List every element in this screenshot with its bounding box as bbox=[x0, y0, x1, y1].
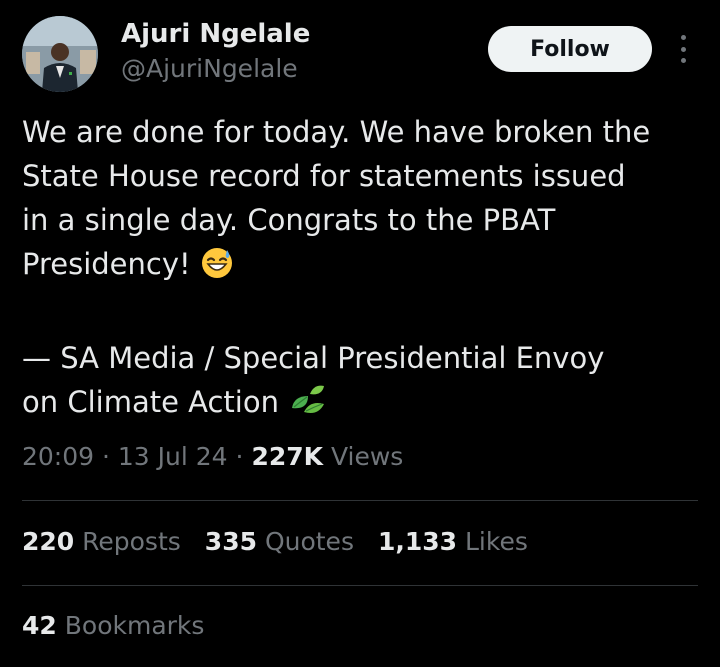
bookmarks-label: Bookmarks bbox=[64, 611, 205, 640]
follow-button[interactable]: Follow bbox=[488, 26, 652, 72]
tweet-time[interactable]: 20:09 bbox=[22, 442, 94, 471]
meta-separator: · bbox=[102, 442, 110, 471]
reposts-count: 220 bbox=[22, 527, 75, 556]
reposts-stat[interactable]: 220 Reposts bbox=[22, 527, 181, 556]
tweet-date[interactable]: 13 Jul 24 bbox=[118, 442, 228, 471]
quotes-stat[interactable]: 335 Quotes bbox=[205, 527, 354, 556]
bookmarks-count: 42 bbox=[22, 611, 57, 640]
leaves-emoji-icon bbox=[288, 382, 328, 430]
signature-line-text: on Climate Action bbox=[22, 385, 279, 419]
tweet-line-text: Presidency! bbox=[22, 247, 191, 281]
author-display-name[interactable]: Ajuri Ngelale bbox=[121, 19, 310, 49]
avatar[interactable] bbox=[22, 16, 98, 92]
signature-line: — SA Media / Special Presidential Envoy bbox=[22, 341, 605, 375]
tweet-line: in a single day. Congrats to the PBAT bbox=[22, 203, 556, 237]
views-count: 227K bbox=[251, 442, 324, 471]
tweet-detail: Ajuri Ngelale @AjuriNgelale Follow We ar… bbox=[0, 0, 720, 667]
meta-separator: · bbox=[235, 442, 244, 471]
likes-count: 1,133 bbox=[377, 527, 458, 556]
author-handle[interactable]: @AjuriNgelale bbox=[121, 54, 298, 83]
engagement-stats: 220 Reposts 335 Quotes 1,133 Likes bbox=[22, 527, 552, 556]
divider bbox=[22, 585, 698, 586]
reposts-label: Reposts bbox=[82, 527, 181, 556]
grinning-sweat-emoji-icon bbox=[200, 246, 234, 292]
tweet-text: We are done for today. We have broken th… bbox=[22, 110, 702, 430]
divider bbox=[22, 500, 698, 501]
tweet-meta: 20:09 · 13 Jul 24 · 227K Views bbox=[22, 442, 403, 471]
avatar-photo bbox=[22, 16, 98, 92]
tweet-line: Presidency! bbox=[22, 242, 702, 292]
likes-label: Likes bbox=[465, 527, 528, 556]
bookmarks-stat[interactable]: 42 Bookmarks bbox=[22, 611, 204, 640]
more-vertical-icon[interactable] bbox=[670, 32, 696, 66]
likes-stat[interactable]: 1,133 Likes bbox=[378, 527, 528, 556]
signature-line: on Climate Action bbox=[22, 380, 702, 430]
tweet-line: State House record for statements issued bbox=[22, 159, 626, 193]
quotes-label: Quotes bbox=[264, 527, 354, 556]
tweet-line: We are done for today. We have broken th… bbox=[22, 115, 651, 149]
views-label: Views bbox=[330, 442, 404, 471]
quotes-count: 335 bbox=[204, 527, 257, 556]
